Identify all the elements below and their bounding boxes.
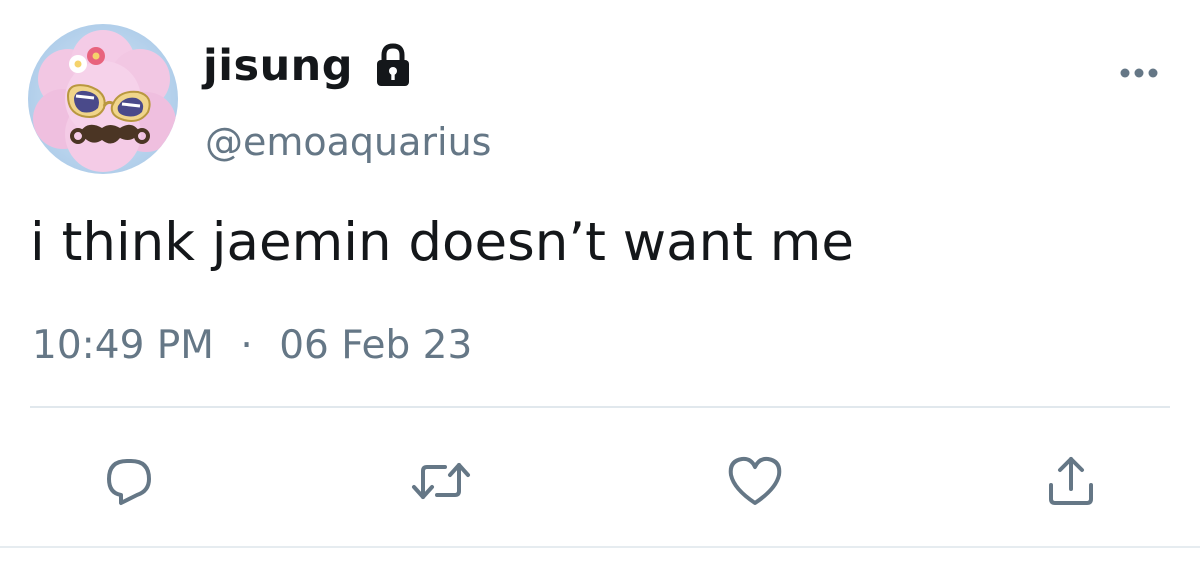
divider [30,406,1170,408]
like-button[interactable] [720,446,790,516]
action-bar [0,446,1200,516]
reply-icon [107,459,151,505]
avatar-image [28,24,178,174]
reply-button[interactable] [94,446,164,516]
retweet-icon [412,463,470,499]
more-icon [1120,68,1158,78]
bottom-border [0,546,1200,548]
user-name-row: jisung [203,38,413,94]
tweet-timestamp[interactable]: 10:49 PM · 06 Feb 23 [32,320,472,372]
share-button[interactable] [1036,446,1106,516]
tweet-time: 10:49 PM [32,323,214,368]
display-name[interactable]: jisung [203,38,353,94]
avatar[interactable] [28,24,178,174]
tweet-date: 06 Feb 23 [279,323,473,368]
tweet-text: i think jaemin doesn’t want me [30,212,855,273]
timestamp-separator: · [240,323,253,368]
retweet-button[interactable] [406,446,476,516]
user-handle[interactable]: @emoaquarius [205,118,491,166]
more-options-button[interactable] [1112,56,1166,90]
share-icon [1049,457,1093,505]
lock-icon [373,43,413,89]
heart-icon [728,456,782,505]
tweet-card: jisung @emoaquarius i think jaemin doesn… [0,0,1200,565]
